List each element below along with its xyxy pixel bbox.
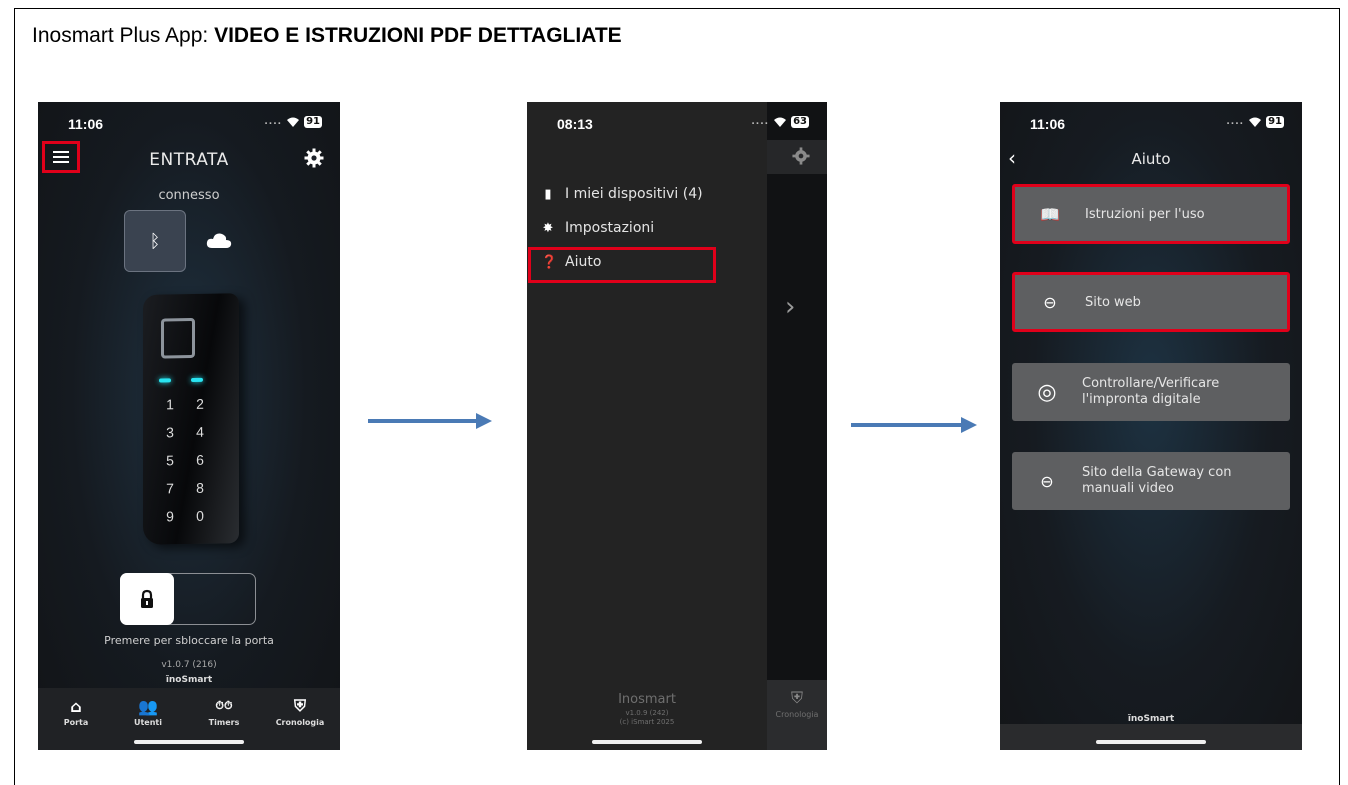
- underlying-screen: ⛨ Cronologia: [767, 102, 827, 750]
- link-icon: ⊖: [1040, 471, 1054, 491]
- menu-item-impostazioni[interactable]: ✸ Impostazioni: [541, 220, 655, 236]
- tab-timers[interactable]: ⏱⏱ Timers: [194, 694, 254, 727]
- unlock-knob[interactable]: [120, 573, 174, 625]
- button-label: Controllare/Verificare l'impronta digita…: [1082, 376, 1220, 407]
- button-label: Istruzioni per l'uso: [1085, 206, 1205, 222]
- menu-item-label: I miei dispositivi (4): [565, 186, 703, 202]
- brand-logo: ĩnoSmart: [165, 675, 213, 685]
- button-label: Sito della Gateway con manuali video: [1082, 465, 1232, 496]
- tab-label: Cronologia: [275, 718, 325, 727]
- key: 4: [196, 423, 204, 440]
- wifi-icon: [774, 117, 787, 127]
- key: 1: [166, 396, 174, 413]
- verifica-impronta-button[interactable]: ◎ Controllare/Verificare l'impronta digit…: [1012, 363, 1290, 421]
- gear-icon[interactable]: [304, 148, 324, 168]
- title-prefix: Inosmart Plus App:: [32, 24, 215, 47]
- status-bar: 11:06 .... 91: [38, 112, 340, 134]
- bluetooth-icon: ᛒ: [149, 230, 161, 252]
- status-bar: 11:06 .... 91: [1000, 112, 1302, 134]
- key: 9: [166, 508, 174, 525]
- battery-icon: 91: [304, 116, 322, 128]
- shield-lock-icon: ⛨: [293, 696, 306, 715]
- timers-icon: ⏱⏱: [215, 699, 233, 712]
- battery-icon: 63: [791, 116, 809, 128]
- key: 0: [196, 507, 204, 524]
- bluetooth-button[interactable]: ᛒ: [124, 210, 186, 272]
- under-tab-label: Cronologia: [775, 710, 819, 719]
- button-label: Sito web: [1085, 294, 1141, 310]
- highlight-box: [528, 247, 716, 283]
- tab-label: Porta: [63, 718, 89, 727]
- footer-copyright: (c) iSmart 2025: [619, 718, 675, 726]
- sito-gateway-button[interactable]: ⊖ Sito della Gateway con manuali video: [1012, 452, 1290, 510]
- battery-icon: 91: [1266, 116, 1284, 128]
- phone-screen-menu: ⛨ Cronologia 08:13 .... 63 ▮ I miei dispo…: [527, 102, 827, 750]
- status-time: 08:13: [557, 116, 593, 132]
- key: 7: [166, 480, 174, 497]
- unlock-hint: Premere per sbloccare la porta: [104, 634, 274, 647]
- screen-title: ENTRATA: [149, 150, 229, 170]
- wifi-icon: [287, 117, 300, 127]
- signal-icon: ....: [1226, 117, 1245, 127]
- tab-cronologia[interactable]: ⛨ Cronologia: [270, 694, 330, 727]
- home-indicator: [1096, 740, 1206, 744]
- led-indicator: [159, 378, 171, 383]
- page-title: Inosmart Plus App: VIDEO E ISTRUZIONI PD…: [32, 24, 622, 48]
- status-time: 11:06: [68, 116, 104, 132]
- key: 2: [196, 395, 204, 412]
- wifi-icon: [1249, 117, 1262, 127]
- app-version: v1.0.7 (216): [161, 660, 217, 670]
- sito-web-button[interactable]: ⊖ Sito web: [1012, 272, 1290, 332]
- chevron-right-icon: ›: [785, 292, 796, 322]
- status-bar: 08:13 .... 63: [527, 112, 827, 134]
- connection-status: connesso: [158, 188, 220, 203]
- door-icon: ▮: [544, 186, 552, 202]
- unlock-slider[interactable]: [120, 573, 256, 625]
- book-icon: 📖: [1040, 204, 1060, 224]
- key: 6: [196, 451, 204, 468]
- tab-label: Utenti: [133, 718, 162, 727]
- istruzioni-button[interactable]: 📖 Istruzioni per l'uso: [1012, 184, 1290, 244]
- arrow-right-icon: [368, 413, 492, 429]
- tab-label: Timers: [208, 718, 240, 727]
- signal-icon: ....: [264, 117, 283, 127]
- menu-item-label: Impostazioni: [565, 220, 655, 236]
- lock-icon: [141, 589, 153, 608]
- menu-item-dispositivi[interactable]: ▮ I miei dispositivi (4): [541, 186, 703, 202]
- cloud-icon[interactable]: [206, 232, 232, 248]
- tab-bar: ⌂ Porta 👥 Utenti ⏱⏱ Timers ⛨ Cronologia: [38, 688, 340, 750]
- signal-icon: ....: [751, 117, 770, 127]
- gear-icon: [792, 147, 810, 165]
- keypad-device-image: 1 2 3 4 5 6 7 8 9 0: [143, 293, 239, 545]
- phone-screen-help: 11:06 .... 91 ‹ Aiuto 📖 Istruzioni per l'…: [1000, 102, 1302, 750]
- key: 8: [196, 479, 204, 496]
- keypad: 1 2 3 4 5 6 7 8 9 0: [155, 396, 215, 525]
- tab-utenti[interactable]: 👥 Utenti: [118, 694, 178, 728]
- fingerprint-icon: ◎: [1037, 379, 1057, 405]
- led-indicator: [191, 377, 203, 382]
- arrow-right-icon: [851, 417, 977, 433]
- shield-lock-icon: ⛨: [790, 688, 803, 707]
- key: 3: [166, 424, 174, 441]
- title-bold: VIDEO E ISTRUZIONI PDF DETTAGLIATE: [214, 24, 622, 47]
- footer-version: v1.0.9 (242): [625, 709, 669, 717]
- gear-icon: ✸: [542, 220, 554, 236]
- home-icon: ⌂: [70, 696, 82, 716]
- fingerprint-sensor: [161, 317, 195, 359]
- link-icon: ⊖: [1043, 292, 1057, 312]
- home-indicator: [134, 740, 244, 744]
- status-time: 11:06: [1030, 116, 1066, 132]
- tab-porta[interactable]: ⌂ Porta: [46, 694, 106, 728]
- under-tab: ⛨ Cronologia: [767, 680, 827, 750]
- bottom-bar: [1000, 724, 1302, 750]
- phone-screen-main: 11:06 .... 91 ENTRATA connesso ᛒ 1 2 3 4 5…: [38, 102, 340, 750]
- users-icon: 👥: [138, 696, 158, 716]
- brand-logo: ĩnoSmart: [1127, 714, 1175, 724]
- screen-title: Aiuto: [1131, 150, 1171, 168]
- home-indicator: [592, 740, 702, 744]
- footer-brand: Inosmart: [618, 692, 676, 707]
- key: 5: [166, 452, 174, 469]
